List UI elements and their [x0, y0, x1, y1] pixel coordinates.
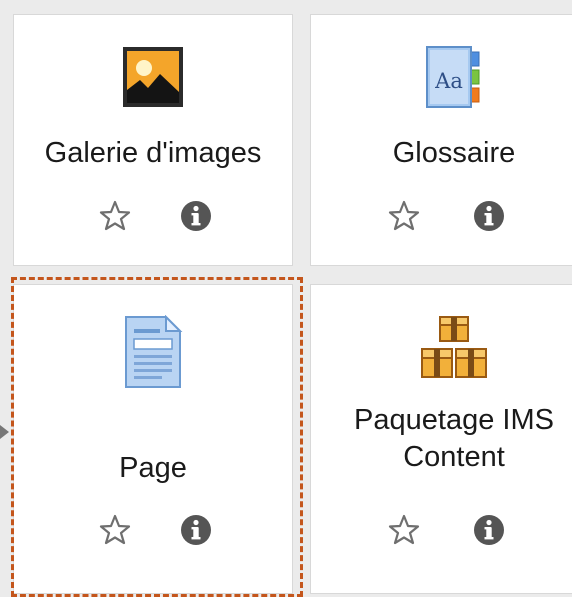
page-icon [125, 315, 183, 388]
tile-actions [14, 199, 292, 233]
tile-actions [14, 513, 292, 547]
activity-tile-ims-package[interactable]: Paquetage IMS Content [310, 284, 572, 594]
tile-label-line: Glossaire [392, 137, 516, 169]
activity-tile-glossary[interactable]: Aa Glossaire [310, 14, 572, 266]
star-outline-icon[interactable] [98, 513, 132, 547]
tile-label-line: Galerie d'images [44, 137, 262, 169]
tile-actions [311, 513, 572, 547]
pointer-arrow-icon [0, 425, 9, 439]
activity-tile-page[interactable]: Page [13, 284, 293, 594]
glossary-icon: Aa [426, 46, 480, 108]
star-outline-icon[interactable] [98, 199, 132, 233]
info-circle-icon[interactable] [473, 514, 505, 546]
tile-icon-wrap [14, 46, 292, 108]
info-circle-icon[interactable] [180, 200, 212, 232]
tile-label: Glossaire [329, 135, 572, 172]
tile-label: Galerie d'images [14, 135, 292, 172]
tile-label-line: Paquetage IMS [354, 404, 554, 436]
tile-icon-wrap [329, 315, 572, 381]
tile-label-line: Content [403, 441, 505, 473]
info-circle-icon[interactable] [180, 514, 212, 546]
tile-label-line: Page [119, 452, 187, 484]
tile-icon-wrap [14, 315, 292, 389]
svg-text:Aa: Aa [434, 69, 463, 93]
tile-actions [311, 199, 572, 233]
star-outline-icon[interactable] [387, 513, 421, 547]
info-circle-icon[interactable] [473, 200, 505, 232]
image-gallery-icon [123, 47, 183, 107]
tile-icon-wrap: Aa [329, 45, 572, 109]
activity-tile-image-gallery[interactable]: Galerie d'images [13, 14, 293, 266]
tile-label: Page [14, 450, 292, 487]
star-outline-icon[interactable] [387, 199, 421, 233]
ims-package-icon [421, 316, 487, 378]
tile-label: Paquetage IMS Content [329, 402, 572, 476]
